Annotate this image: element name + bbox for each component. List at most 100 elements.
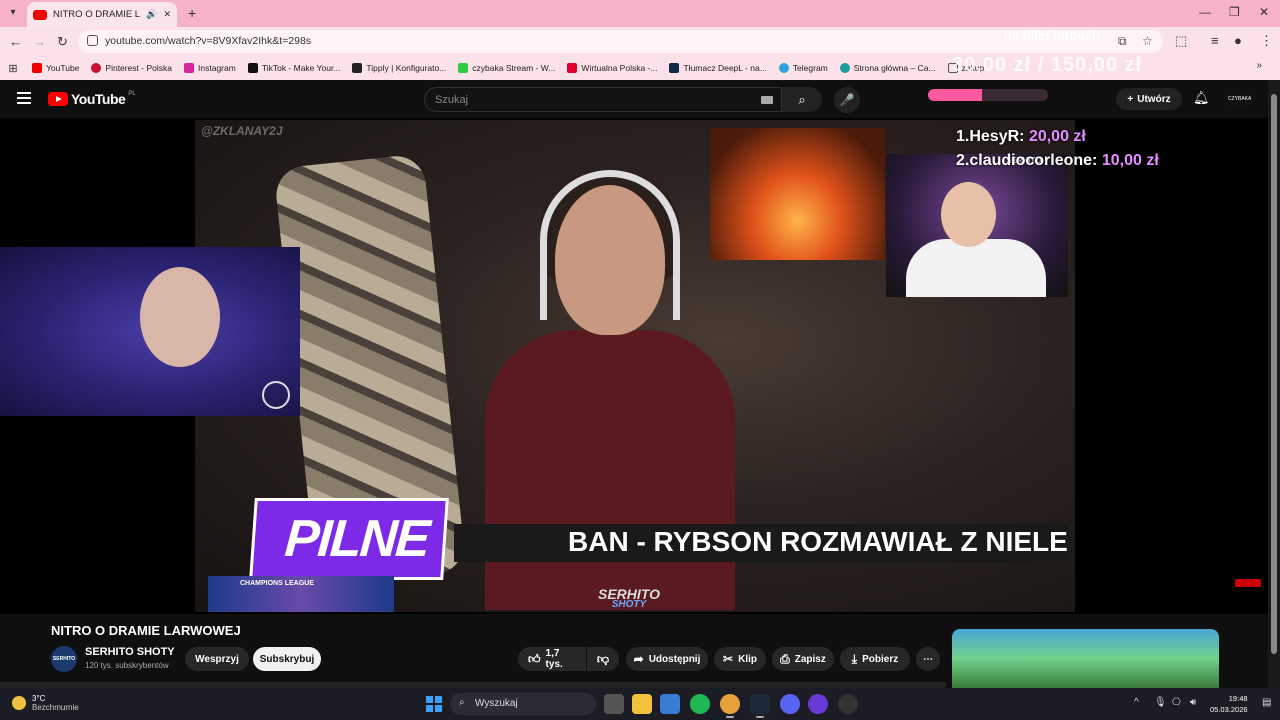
thumbs-down-icon: 👎︎ — [596, 651, 610, 666]
taskbar-search[interactable]: ⌕ Wyszukaj — [450, 693, 596, 715]
kick-icon — [458, 63, 469, 73]
more-icon: ⋯ — [923, 653, 933, 665]
bookmark-instagram[interactable]: Instagram — [178, 63, 242, 73]
download-icon: ⤓ — [851, 651, 858, 666]
wp-icon — [567, 63, 578, 73]
tipply-icon — [352, 63, 363, 73]
support-button[interactable]: Wesprzyj — [185, 647, 249, 671]
tray-overflow-icon[interactable]: ^ — [1134, 697, 1139, 708]
reading-list-icon[interactable]: ≡ — [1211, 33, 1219, 48]
headphones-icon — [540, 170, 680, 320]
windows-taskbar: 3°C Bezchmurnie ⌕ Wyszukaj ^ 🎙︎ ⎔ 🔊︎ 19:… — [0, 688, 1280, 720]
more-actions-button[interactable]: ⋯ — [916, 647, 940, 671]
system-clock[interactable]: 19:48 05.03.2026 — [1210, 693, 1248, 715]
voice-search-button[interactable]: 🎤 — [834, 87, 860, 113]
youtube-icon — [32, 63, 42, 73]
scissors-icon: ✂ — [723, 652, 734, 666]
forward-icon[interactable]: → — [33, 34, 46, 49]
plus-icon: + — [1127, 93, 1134, 105]
scrollbar-thumb[interactable] — [1271, 94, 1277, 654]
create-button[interactable]: + Utwórz — [1116, 88, 1182, 110]
account-avatar[interactable]: CZYBAKA — [1228, 90, 1251, 108]
recommended-video-thumbnail[interactable] — [952, 629, 1219, 688]
apps-icon[interactable]: ⊞ — [0, 62, 26, 75]
youtube-play-icon — [48, 92, 68, 106]
share-button[interactable]: ➦ Udostępnij — [626, 647, 708, 671]
news-ticker: BAN - RYBSON ROZMAWIAŁ Z NIELETNIM — [454, 524, 1068, 562]
search-button[interactable]: ⌕ — [782, 87, 822, 112]
video-title: NITRO O DRAMIE LARWOWEJ — [51, 623, 241, 638]
video-player[interactable]: @ZKLANAY2J SERHITO 1.HesyR: 20,00 zł 2.c… — [0, 118, 1268, 614]
bookmark-star-icon[interactable]: ☆ — [1142, 34, 1153, 48]
notifications-bell-icon[interactable]: 🔔︎ — [1193, 90, 1210, 106]
bookmark-wp[interactable]: Wirtualna Polska -... — [561, 63, 663, 73]
like-button[interactable]: 👍︎ 1,7 tys. — [518, 647, 586, 671]
steam-icon[interactable] — [750, 694, 770, 718]
bookmark-youtube[interactable]: YouTube — [26, 63, 85, 73]
profile-icon[interactable]: ● — [1234, 33, 1242, 48]
youtube-favicon-icon — [33, 9, 47, 20]
bookmarks-overflow-icon[interactable]: » — [1256, 60, 1262, 71]
youtube-corner-icon[interactable] — [1235, 579, 1261, 587]
channel-name[interactable]: SERHITO SHOTY — [85, 646, 175, 658]
reload-icon[interactable]: ↻ — [57, 34, 68, 50]
minimize-icon[interactable]: — — [1199, 5, 1211, 19]
donation-row: 2.claudiocorleone: 10,00 zł — [956, 152, 1159, 169]
app-icon[interactable] — [808, 694, 828, 714]
store-icon[interactable] — [660, 694, 680, 714]
save-button[interactable]: ⎙ Zapisz — [772, 647, 834, 671]
obs-icon[interactable] — [838, 694, 858, 714]
tab-title: NITRO O DRAMIE LARWOWEJ — [53, 9, 141, 20]
start-button[interactable] — [426, 696, 442, 712]
bookmark-tiktok[interactable]: TikTok - Make Your... — [242, 63, 347, 73]
browser-tab[interactable]: NITRO O DRAMIE LARWOWEJ 🔊 ✕ — [27, 2, 177, 27]
install-icon[interactable]: ⧉ — [1118, 34, 1127, 49]
youtube-logo[interactable]: YouTube PL — [48, 91, 136, 107]
channel-avatar[interactable]: SERHITO — [51, 646, 77, 672]
goal-amounts: 30,00 zł / 150,00 zł — [952, 54, 1143, 76]
back-icon[interactable]: ← — [9, 34, 22, 49]
microphone-tray-icon[interactable]: 🎙︎ — [1154, 697, 1167, 708]
moon-icon — [12, 696, 26, 710]
close-window-icon[interactable]: ✕ — [1259, 5, 1269, 19]
bookmark-canva[interactable]: Strona główna – Ca... — [834, 63, 942, 73]
donation-row: 1.HesyR: 20,00 zł — [956, 128, 1086, 145]
page-scrollbar[interactable] — [1268, 80, 1280, 688]
new-tab-button[interactable]: + — [188, 5, 196, 21]
weather-widget[interactable]: 3°C Bezchmurnie — [12, 694, 79, 712]
bookmark-pinterest[interactable]: Pinterest - Polska — [85, 63, 178, 73]
search-input[interactable] — [435, 92, 755, 108]
dislike-button[interactable]: 👎︎ — [587, 647, 619, 671]
site-info-icon[interactable] — [87, 35, 98, 46]
keyboard-icon[interactable] — [761, 96, 773, 104]
share-icon: ➦ — [633, 652, 644, 666]
tab-search-icon[interactable]: ▾ — [5, 5, 21, 21]
menu-icon[interactable]: ⋮ — [1260, 33, 1273, 49]
file-explorer-icon[interactable] — [632, 694, 652, 714]
extensions-icon[interactable]: ⬚ — [1175, 33, 1187, 49]
task-view-icon[interactable] — [604, 694, 624, 714]
bookmark-kick[interactable]: czybaka Stream - W... — [452, 63, 561, 73]
search-icon: ⌕ — [459, 697, 465, 708]
facecam-left — [0, 247, 300, 416]
address-bar[interactable]: youtube.com/watch?v=8V9Xfav2Ihk&t=298s ⧉… — [78, 30, 1163, 53]
discord-icon[interactable] — [780, 694, 800, 714]
bookmark-tipply[interactable]: Tipply | Konfigurato... — [346, 63, 452, 73]
chrome-icon[interactable] — [720, 694, 740, 718]
close-tab-icon[interactable]: ✕ — [163, 9, 171, 20]
bookmark-telegram[interactable]: Telegram — [773, 63, 834, 73]
notifications-icon[interactable]: ▤ — [1262, 697, 1271, 708]
channel-watermark: SERHITO SHOTY — [598, 586, 660, 610]
download-button[interactable]: ⤓ Pobierz — [840, 647, 910, 671]
browser-tab-strip: ▾ NITRO O DRAMIE LARWOWEJ 🔊 ✕ + — ❐ ✕ — [0, 0, 1280, 27]
restore-icon[interactable]: ❐ — [1229, 5, 1240, 19]
volume-icon[interactable]: 🔊︎ — [1190, 697, 1196, 708]
menu-hamburger-icon[interactable] — [17, 92, 31, 104]
network-icon[interactable]: ⎔ — [1172, 697, 1181, 708]
clip-button[interactable]: ✂ Klip — [714, 647, 766, 671]
bookmark-deepl[interactable]: Tłumacz DeepL - na... — [663, 63, 772, 73]
spotify-icon[interactable] — [690, 694, 710, 714]
subscribe-button[interactable]: Subskrybuj — [253, 647, 321, 671]
subscriber-count: 120 tys. subskrybentów — [85, 661, 169, 670]
speaker-icon[interactable]: 🔊 — [146, 9, 157, 20]
